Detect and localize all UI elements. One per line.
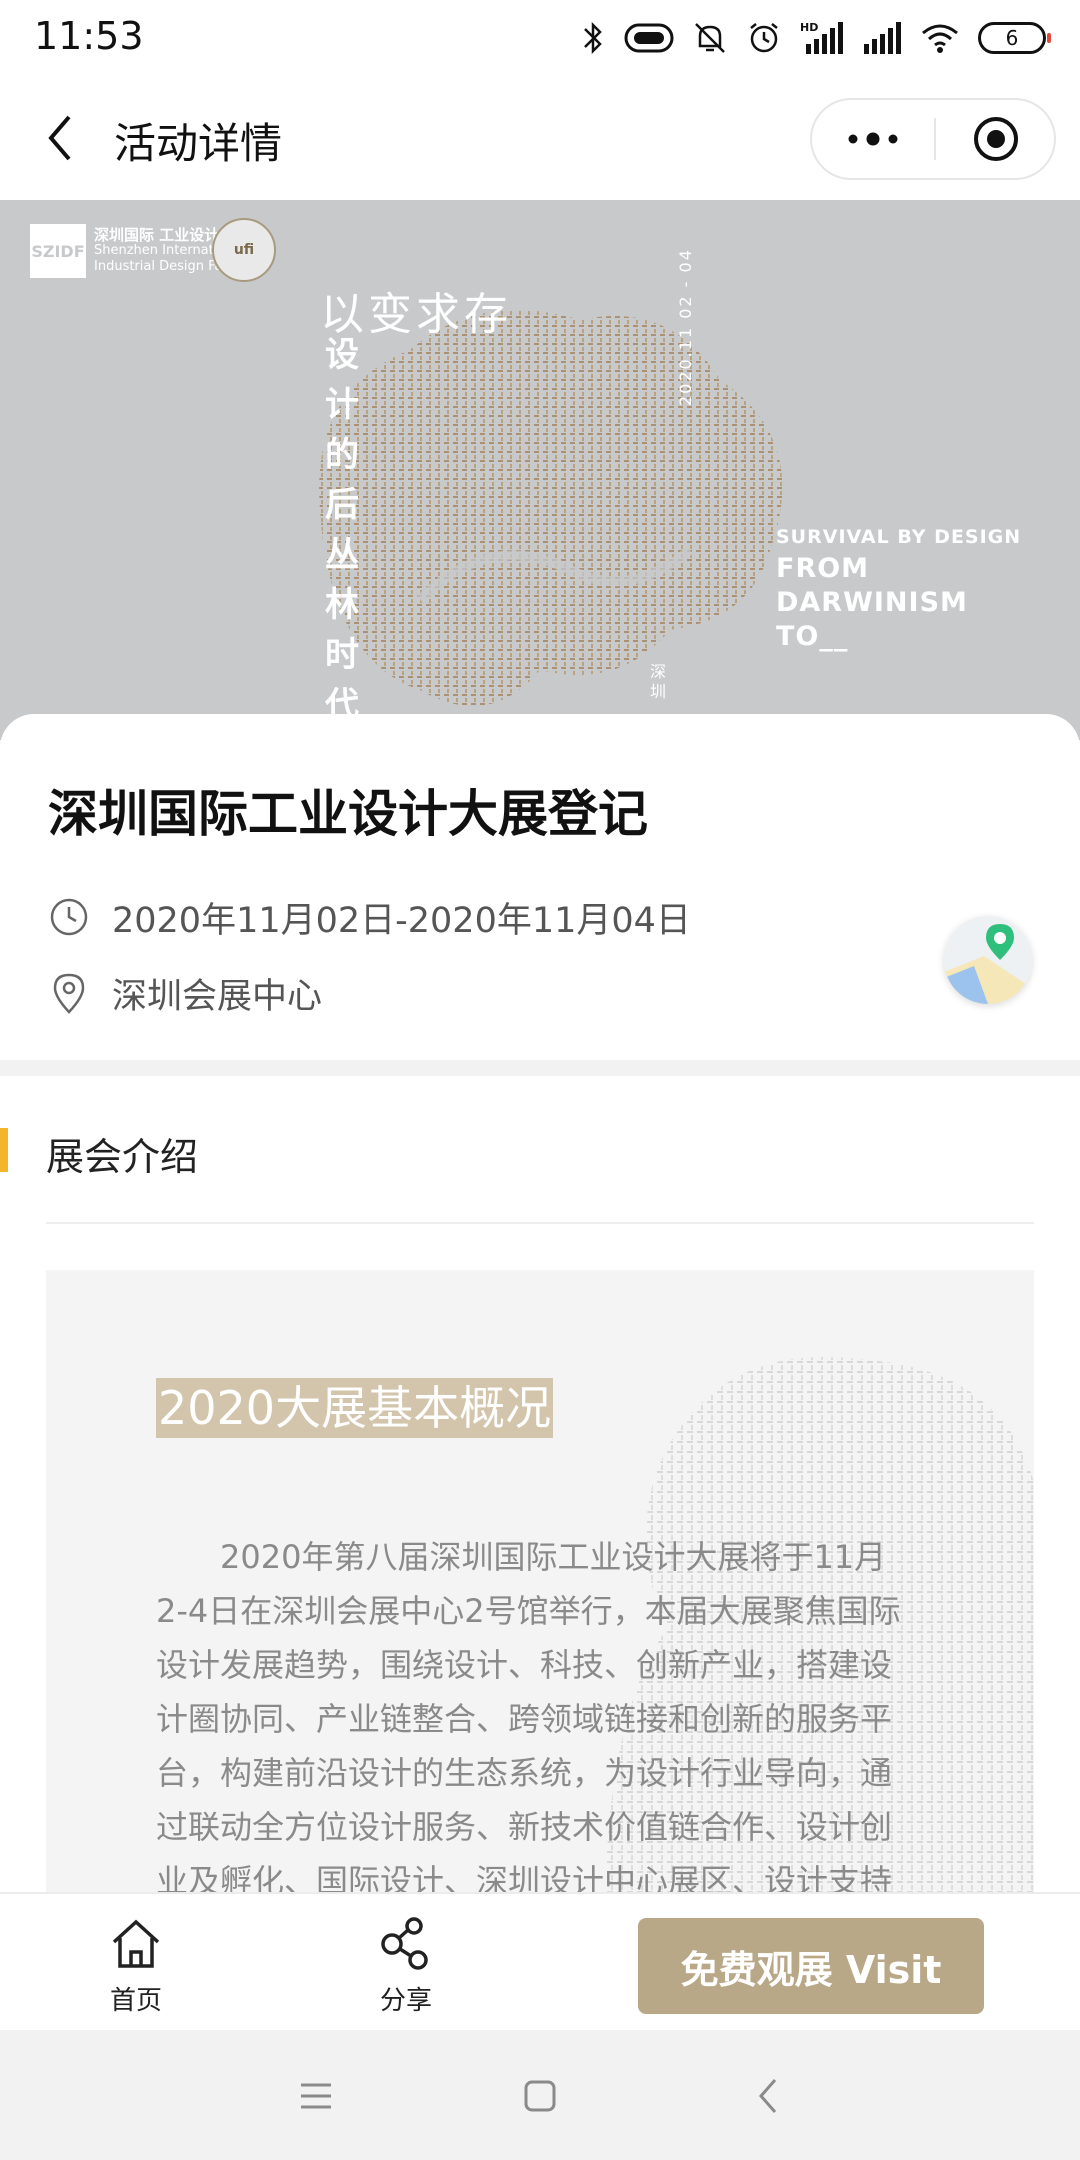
page-title: 活动详情 bbox=[114, 119, 283, 168]
home-icon bbox=[112, 1919, 160, 1968]
intro-content-box: 2020大展基本概况 2020年第八届深圳国际工业设计大展将于11月2-4日在深… bbox=[46, 1270, 1034, 1892]
share-label: 分享 bbox=[379, 1986, 432, 2016]
nav-bar: 活动详情 bbox=[0, 78, 1080, 200]
status-time: 11:53 bbox=[34, 14, 144, 58]
chevron-left-icon bbox=[48, 115, 71, 161]
banner-date: 2020.11 02 - 04 bbox=[676, 248, 695, 406]
event-venue-row: 深圳会展中心 bbox=[48, 968, 322, 1018]
menu-icon bbox=[301, 2083, 331, 2109]
bluetooth-icon bbox=[584, 21, 602, 55]
more-dots-icon bbox=[848, 132, 898, 146]
event-title: 深圳国际工业设计大展登记 bbox=[48, 785, 648, 843]
square-icon bbox=[524, 2080, 556, 2112]
clock-icon bbox=[48, 896, 90, 938]
home-label: 首页 bbox=[109, 1986, 162, 2016]
location-pin-icon bbox=[48, 972, 90, 1014]
mini-program-capsule bbox=[810, 98, 1056, 180]
event-banner: SZIDF 深圳国际 工业设计大展 Shenzhen International… bbox=[0, 200, 1080, 740]
hd-signal-icon: HD bbox=[800, 21, 843, 54]
free-visit-button[interactable]: 免费观展 Visit bbox=[638, 1918, 984, 2014]
overview-tag: 2020大展基本概况 bbox=[156, 1378, 554, 1438]
exhibition-intro-section: 展会介绍 2020大展基本概况 2020年第八届深圳国际工业设计大展将于11月2… bbox=[0, 1076, 1080, 1892]
menu-nav-button[interactable] bbox=[286, 2066, 346, 2126]
map-icon bbox=[944, 916, 1032, 1004]
wifi-icon bbox=[922, 24, 958, 53]
target-icon bbox=[974, 117, 1018, 161]
banner-en-title: FROM DARWINISM TO__ bbox=[776, 553, 968, 652]
system-nav-bar bbox=[0, 2030, 1080, 2160]
home-button[interactable]: 首页 bbox=[96, 1916, 176, 2017]
back-button[interactable] bbox=[30, 108, 90, 168]
szidf-logo-mark: SZIDF bbox=[30, 224, 86, 278]
close-mini-program-button[interactable] bbox=[936, 100, 1056, 178]
open-map-button[interactable] bbox=[944, 916, 1032, 1004]
event-date-row: 2020年11月02日-2020年11月04日 bbox=[48, 892, 691, 942]
status-icons: HD 6 bbox=[580, 18, 1051, 58]
back-arrow-icon bbox=[759, 2079, 777, 2113]
intro-paragraph: 2020年第八届深圳国际工业设计大展将于11月2-4日在深圳会展中心2号馆举行，… bbox=[156, 1538, 901, 1892]
banner-city-text: 深圳 bbox=[650, 662, 667, 701]
banner-en-subtitle: SURVIVAL BY DESIGN bbox=[776, 526, 1022, 548]
banner-vertical-text: 设计的后丛林时代 bbox=[325, 335, 359, 725]
section-divider bbox=[46, 1222, 1034, 1224]
event-venue: 深圳会展中心 bbox=[112, 976, 323, 1017]
more-button[interactable] bbox=[812, 100, 934, 178]
vibrate-icon bbox=[624, 23, 674, 53]
battery-icon: 6 bbox=[978, 22, 1051, 54]
back-nav-button[interactable] bbox=[738, 2066, 798, 2126]
event-date: 2020年11月02日-2020年11月04日 bbox=[112, 900, 691, 941]
mute-icon bbox=[695, 23, 725, 53]
svg-text:HD: HD bbox=[800, 21, 818, 34]
share-icon bbox=[381, 1917, 428, 1970]
section-marker bbox=[0, 1128, 8, 1172]
status-bar: 11:53 HD 6 bbox=[0, 0, 1080, 78]
battery-level: 6 bbox=[1005, 26, 1019, 50]
share-button[interactable]: 分享 bbox=[366, 1916, 446, 2017]
alarm-icon bbox=[750, 23, 778, 53]
signal-icon bbox=[864, 22, 901, 54]
home-nav-button[interactable] bbox=[510, 2066, 570, 2126]
bottom-action-bar: 首页 分享 免费观展 Visit bbox=[0, 1892, 1080, 2030]
section-heading: 展会介绍 bbox=[46, 1135, 199, 1179]
event-info-card: 深圳国际工业设计大展登记 2020年11月02日-2020年11月04日 深圳会… bbox=[0, 714, 1080, 1060]
ufi-badge: ufi bbox=[212, 218, 276, 282]
